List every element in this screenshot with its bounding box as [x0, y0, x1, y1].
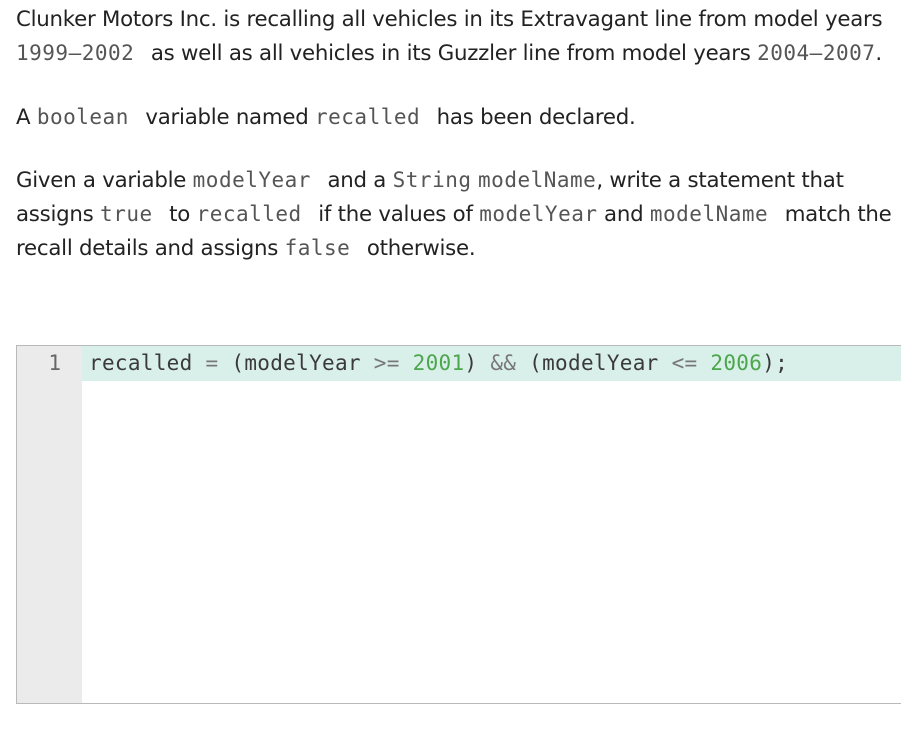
inline-code-boolean: boolean	[36, 104, 129, 129]
code-token-paren-identifier: (modelYear	[231, 351, 361, 375]
code-token-paren-identifier: (modelYear	[529, 351, 659, 375]
code-token-operator: >=	[373, 351, 400, 375]
inline-code-modelname-2: modelName	[649, 202, 769, 227]
problem-paragraph-recall: Clunker Motors Inc. is recalling all veh…	[16, 7, 883, 66]
text-cursor	[788, 352, 790, 376]
code-token-terminator: );	[762, 351, 789, 375]
problem-paragraph-declaration: A boolean variable named recalled has be…	[16, 104, 636, 130]
code-line-text[interactable]: recalled = (modelYear >= 2001) && (model…	[89, 346, 790, 381]
inline-code-false: false	[284, 235, 351, 260]
line-number-gutter: 1	[17, 346, 82, 703]
code-token-number: 2001	[412, 351, 465, 375]
code-token-paren: )	[464, 351, 478, 375]
inline-code-recalled: recalled	[315, 104, 421, 129]
inline-code-true: true	[100, 202, 153, 227]
code-token-number: 2006	[710, 351, 763, 375]
inline-code-modelyear-2: modelYear	[479, 202, 598, 227]
inline-code-years-extravagant: 1999—2002	[16, 40, 135, 65]
inline-code-string: String	[392, 168, 472, 193]
inline-code-years-guzzler: 2004—2007	[757, 40, 876, 65]
line-number: 1	[48, 351, 61, 375]
inline-code-recalled-2: recalled	[196, 202, 302, 227]
code-token-identifier: recalled	[89, 351, 193, 375]
code-token-operator: &&	[490, 351, 517, 375]
code-editor[interactable]: 1 recalled = (modelYear >= 2001) && (mod…	[16, 345, 901, 704]
inline-code-modelyear: modelYear	[192, 168, 311, 193]
inline-code-modelname: modelName	[478, 168, 597, 193]
problem-statement: Clunker Motors Inc. is recalling all veh…	[16, 4, 894, 296]
code-token-operator: =	[205, 351, 219, 375]
code-line-active[interactable]: recalled = (modelYear >= 2001) && (model…	[82, 346, 901, 381]
problem-paragraph-task: Given a variable modelYear and a String …	[16, 168, 892, 261]
code-token-operator: <=	[671, 351, 698, 375]
